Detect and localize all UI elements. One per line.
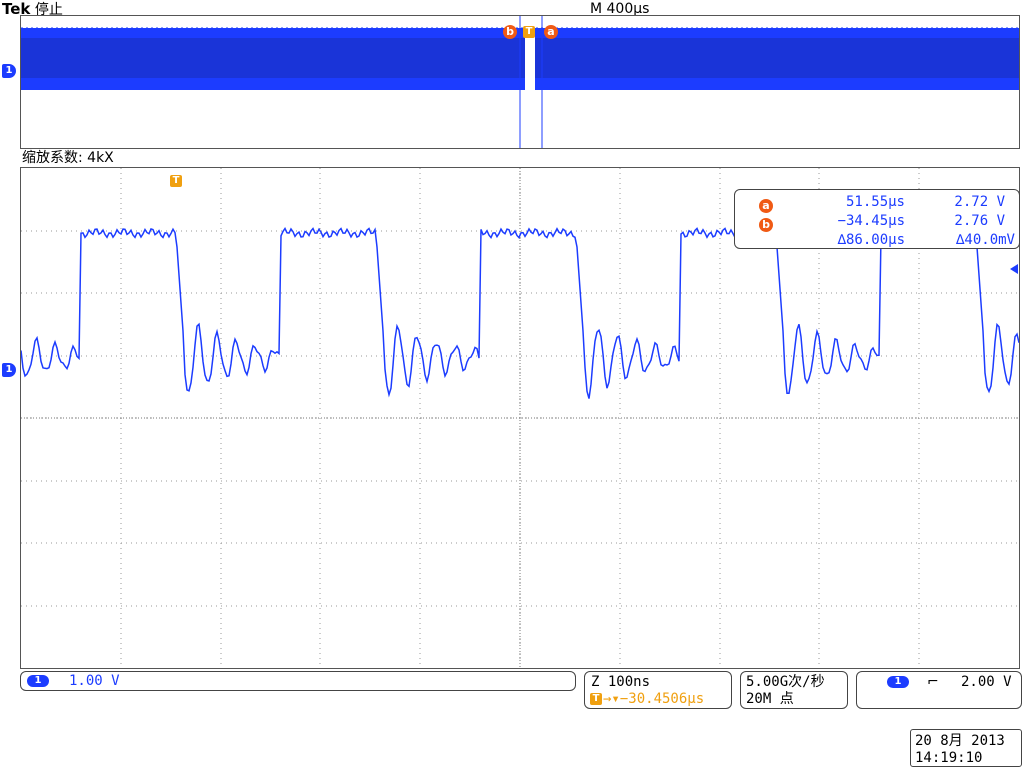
- zoom-trigger-marker-icon[interactable]: T: [170, 175, 182, 187]
- cursor-delta-volt: ∆40.0mV: [955, 232, 1015, 248]
- record-length: 20M 点: [746, 691, 794, 707]
- cursor-a-badge-icon: a: [759, 199, 773, 213]
- trigger-offset-icon: T: [590, 693, 602, 705]
- zoom-status[interactable]: Z 100ns T →▾−30.4506µs: [584, 671, 732, 709]
- trigger-offset: →▾−30.4506µs: [603, 691, 705, 707]
- trigger-level: 2.00 V: [961, 674, 1012, 690]
- cursor-b-volt: 2.76 V: [954, 213, 1005, 229]
- cursor-b-row: b: [759, 213, 773, 232]
- cursor-a-row: a: [759, 194, 773, 213]
- overview-channel-marker-icon[interactable]: 1: [2, 64, 16, 78]
- ch1-badge-icon: 1: [27, 675, 49, 687]
- cursor-a-volt: 2.72 V: [954, 194, 1005, 210]
- sample-rate: 5.00G次/秒: [746, 674, 825, 690]
- time: 14:19:10: [915, 750, 983, 766]
- cursor-b-badge-icon: b: [759, 218, 773, 232]
- date: 20 8月 2013: [915, 733, 1005, 749]
- cursor-b-icon[interactable]: b: [503, 25, 517, 39]
- zoom-factor-label: 缩放系数: 4kX: [22, 150, 114, 166]
- trigger-level-arrow-icon[interactable]: [1010, 264, 1018, 274]
- cursor-delta-time: ∆86.00µs: [837, 232, 905, 248]
- ch1-trace: [21, 226, 1019, 399]
- zoom-scale: Z 100ns: [591, 674, 651, 690]
- overview-waveform: [21, 16, 1019, 148]
- cursor-b-time: −34.45µs: [837, 213, 905, 229]
- datetime-box: 20 8月 2013 14:19:10: [910, 729, 1022, 767]
- falling-edge-icon: ⌐: [927, 674, 939, 690]
- ch1-status[interactable]: 1 1.00 V: [20, 671, 576, 691]
- cursor-readout-box[interactable]: a 51.55µs 2.72 V b −34.45µs 2.76 V ∆86.0…: [734, 189, 1020, 249]
- trigger-marker-icon[interactable]: T: [523, 26, 535, 38]
- zoom-channel-marker-icon[interactable]: 1: [2, 363, 16, 377]
- ch1-scale: 1.00 V: [69, 673, 120, 689]
- cursor-a-icon[interactable]: a: [544, 25, 558, 39]
- acquisition-status[interactable]: 5.00G次/秒 20M 点: [740, 671, 848, 709]
- trigger-status[interactable]: 1 ⌐ 2.00 V: [856, 671, 1022, 709]
- trigger-channel-icon: 1: [887, 676, 909, 688]
- overview-panel[interactable]: b T a: [20, 15, 1020, 149]
- cursor-a-time: 51.55µs: [845, 194, 905, 210]
